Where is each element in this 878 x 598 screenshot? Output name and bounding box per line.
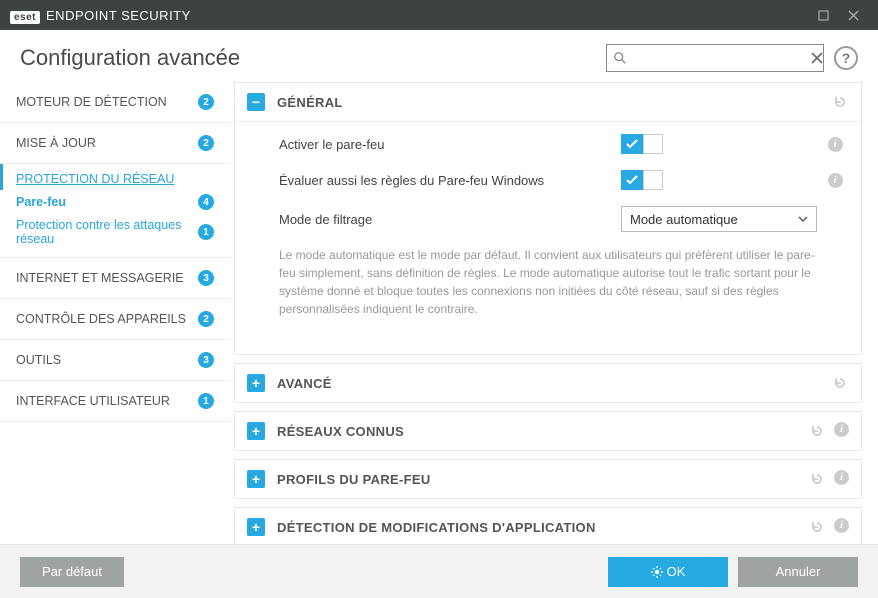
select-filter-mode[interactable]: Mode automatique: [621, 206, 817, 232]
filter-mode-description: Le mode automatique est le mode par défa…: [235, 240, 861, 324]
panel-advanced: + AVANCÉ: [234, 363, 862, 403]
panel-header-firewall-profiles[interactable]: + PROFILS DU PARE-FEU i: [235, 460, 861, 498]
panel-title: AVANCÉ: [277, 376, 831, 391]
sidebar-item-ui[interactable]: INTERFACE UTILISATEUR 1: [0, 381, 230, 422]
badge: 1: [198, 393, 214, 409]
collapse-icon: −: [247, 93, 265, 111]
panel-header-known-networks[interactable]: + RÉSEAUX CONNUS i: [235, 412, 861, 450]
panel-header-general[interactable]: − GÉNÉRAL: [235, 83, 861, 122]
select-value: Mode automatique: [630, 212, 798, 227]
check-icon: [621, 134, 643, 154]
sidebar-sub-label: Protection contre les attaques réseau: [16, 218, 192, 246]
sun-icon: [651, 566, 663, 578]
row-enable-firewall: Activer le pare-feu i: [235, 126, 861, 162]
revert-icon[interactable]: [831, 374, 849, 392]
badge: 3: [198, 352, 214, 368]
row-label: Mode de filtrage: [279, 212, 621, 227]
expand-icon: +: [247, 518, 265, 536]
window-close-button[interactable]: [838, 0, 868, 30]
sidebar-sub-firewall[interactable]: Pare-feu 4: [0, 190, 230, 214]
row-label: Activer le pare-feu: [279, 137, 621, 152]
panel-general: − GÉNÉRAL Activer le pare-feu i: [234, 82, 862, 355]
ok-button[interactable]: OK: [608, 557, 728, 587]
brand: eset ENDPOINT SECURITY: [10, 8, 191, 23]
clear-search-icon[interactable]: [811, 52, 823, 64]
row-label: Évaluer aussi les règles du Pare-feu Win…: [279, 173, 621, 188]
ok-label: OK: [667, 564, 686, 579]
badge: 2: [198, 311, 214, 327]
page-title: Configuration avancée: [20, 45, 606, 71]
sidebar-item-internet-email[interactable]: INTERNET ET MESSAGERIE 3: [0, 258, 230, 299]
sidebar-item-device-control[interactable]: CONTRÔLE DES APPAREILS 2: [0, 299, 230, 340]
sidebar-item-label: OUTILS: [16, 353, 192, 367]
sidebar-item-update[interactable]: MISE À JOUR 2: [0, 123, 230, 164]
info-icon[interactable]: i: [834, 422, 849, 437]
titlebar: eset ENDPOINT SECURITY: [0, 0, 878, 30]
sidebar-item-label: INTERNET ET MESSAGERIE: [16, 271, 192, 285]
expand-icon: +: [247, 422, 265, 440]
sidebar-item-tools[interactable]: OUTILS 3: [0, 340, 230, 381]
revert-icon[interactable]: [808, 422, 826, 440]
panel-title: DÉTECTION DE MODIFICATIONS D'APPLICATION: [277, 520, 808, 535]
info-icon[interactable]: i: [834, 518, 849, 533]
info-icon[interactable]: i: [828, 137, 843, 152]
panel-header-advanced[interactable]: + AVANCÉ: [235, 364, 861, 402]
search-input[interactable]: [627, 51, 811, 66]
close-icon: [848, 10, 859, 21]
content: − GÉNÉRAL Activer le pare-feu i: [230, 82, 878, 544]
toggle-enable-firewall[interactable]: [621, 134, 663, 154]
badge: 4: [198, 194, 214, 210]
panel-header-app-modification[interactable]: + DÉTECTION DE MODIFICATIONS D'APPLICATI…: [235, 508, 861, 544]
sidebar-item-detection-engine[interactable]: MOTEUR DE DÉTECTION 2: [0, 82, 230, 123]
brand-text: ENDPOINT SECURITY: [46, 8, 191, 23]
badge: 1: [198, 224, 214, 240]
row-eval-windows-rules: Évaluer aussi les règles du Pare-feu Win…: [235, 162, 861, 198]
info-icon[interactable]: i: [834, 470, 849, 485]
sidebar: MOTEUR DE DÉTECTION 2 MISE À JOUR 2 PROT…: [0, 82, 230, 544]
sidebar-sub-network-attack[interactable]: Protection contre les attaques réseau 1: [0, 214, 230, 250]
badge: 2: [198, 94, 214, 110]
expand-icon: +: [247, 470, 265, 488]
sidebar-item-label: MOTEUR DE DÉTECTION: [16, 95, 192, 109]
chevron-down-icon: [798, 216, 808, 222]
default-button[interactable]: Par défaut: [20, 557, 124, 587]
brand-logo: eset: [10, 11, 40, 24]
sidebar-item-label: PROTECTION DU RÉSEAU: [16, 172, 214, 186]
cancel-button[interactable]: Annuler: [738, 557, 858, 587]
main: MOTEUR DE DÉTECTION 2 MISE À JOUR 2 PROT…: [0, 82, 878, 544]
sidebar-item-label: CONTRÔLE DES APPAREILS: [16, 312, 192, 326]
header: Configuration avancée ?: [0, 30, 878, 82]
sidebar-item-label: MISE À JOUR: [16, 136, 192, 150]
sidebar-item-label: INTERFACE UTILISATEUR: [16, 394, 192, 408]
panel-body-general: Activer le pare-feu i Évaluer aussi les …: [235, 122, 861, 354]
toggle-eval-windows-rules[interactable]: [621, 170, 663, 190]
panel-title: PROFILS DU PARE-FEU: [277, 472, 808, 487]
help-button[interactable]: ?: [834, 46, 858, 70]
check-icon: [621, 170, 643, 190]
badge: 2: [198, 135, 214, 151]
sidebar-sub-label: Pare-feu: [16, 195, 192, 209]
search-icon: [613, 51, 627, 65]
badge: 3: [198, 270, 214, 286]
revert-icon[interactable]: [808, 518, 826, 536]
info-icon[interactable]: i: [828, 173, 843, 188]
window-maximize-button[interactable]: [808, 0, 838, 30]
expand-icon: +: [247, 374, 265, 392]
panel-app-modification: + DÉTECTION DE MODIFICATIONS D'APPLICATI…: [234, 507, 862, 544]
revert-icon[interactable]: [831, 93, 849, 111]
search-box[interactable]: [606, 44, 824, 72]
panel-known-networks: + RÉSEAUX CONNUS i: [234, 411, 862, 451]
footer: Par défaut OK Annuler: [0, 544, 878, 598]
panel-title: GÉNÉRAL: [277, 95, 831, 110]
panel-title: RÉSEAUX CONNUS: [277, 424, 808, 439]
sidebar-item-network-protection[interactable]: PROTECTION DU RÉSEAU: [0, 164, 230, 190]
maximize-icon: [818, 10, 829, 21]
revert-icon[interactable]: [808, 470, 826, 488]
row-filter-mode: Mode de filtrage Mode automatique: [235, 198, 861, 240]
panel-firewall-profiles: + PROFILS DU PARE-FEU i: [234, 459, 862, 499]
